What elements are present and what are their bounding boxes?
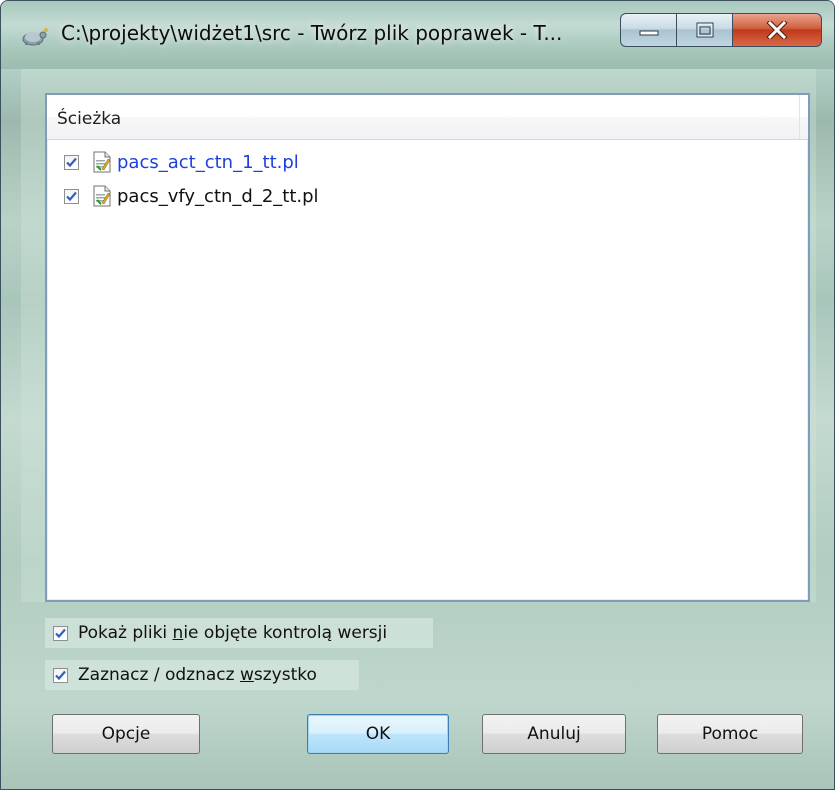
list-item[interactable]: pacs_act_ctn_1_tt.pl xyxy=(47,145,808,179)
list-item[interactable]: pacs_vfy_ctn_d_2_tt.pl xyxy=(47,179,808,213)
caption-buttons xyxy=(620,13,822,47)
close-button[interactable] xyxy=(732,13,822,47)
options-button[interactable]: Opc j e xyxy=(52,714,200,754)
close-icon xyxy=(766,21,788,39)
file-name: pacs_vfy_ctn_d_2_tt.pl xyxy=(117,185,319,207)
help-button[interactable]: Pomoc xyxy=(657,714,803,754)
text-file-icon xyxy=(93,151,111,173)
minimize-icon xyxy=(638,23,660,37)
checkmark-icon xyxy=(66,157,77,167)
select-all-option[interactable]: Zaznacz / odznacz wszystko xyxy=(53,660,317,690)
create-patch-dialog: C:\projekty\widżet1\src - Twórz plik pop… xyxy=(0,0,835,790)
minimize-button[interactable] xyxy=(620,13,676,47)
checkmark-icon xyxy=(55,628,66,638)
show-unversioned-label: Pokaż pliki nie objęte kontrolą wersji xyxy=(78,623,388,643)
list-header[interactable]: Ścieżka xyxy=(47,95,808,140)
show-unversioned-option[interactable]: Pokaż pliki nie objęte kontrolą wersji xyxy=(53,618,387,648)
title-bar[interactable]: C:\projekty\widżet1\src - Twórz plik pop… xyxy=(1,1,834,69)
maximize-button[interactable] xyxy=(676,13,732,47)
file-name: pacs_act_ctn_1_tt.pl xyxy=(117,151,299,173)
ok-button[interactable]: OK xyxy=(307,714,449,754)
window-title: C:\projekty\widżet1\src - Twórz plik pop… xyxy=(61,21,563,45)
checkmark-icon xyxy=(55,670,66,680)
maximize-icon xyxy=(695,21,715,39)
cancel-button[interactable]: Anuluj xyxy=(482,714,626,754)
file-checkbox[interactable] xyxy=(64,154,79,170)
file-checkbox[interactable] xyxy=(64,188,79,204)
file-list[interactable]: Ścieżka pacs_act_ctn_1_tt.pl pacs_vfy_ct… xyxy=(45,93,810,602)
tortoise-icon xyxy=(21,25,49,47)
column-header-path[interactable]: Ścieżka xyxy=(57,109,121,129)
checkmark-icon xyxy=(66,191,77,201)
file-rows: pacs_act_ctn_1_tt.pl pacs_vfy_ctn_d_2_tt… xyxy=(47,145,808,213)
text-file-icon xyxy=(93,185,111,207)
column-divider[interactable] xyxy=(799,95,800,139)
select-all-label: Zaznacz / odznacz wszystko xyxy=(78,665,317,685)
select-all-checkbox[interactable] xyxy=(53,667,68,683)
show-unversioned-checkbox[interactable] xyxy=(53,625,68,641)
